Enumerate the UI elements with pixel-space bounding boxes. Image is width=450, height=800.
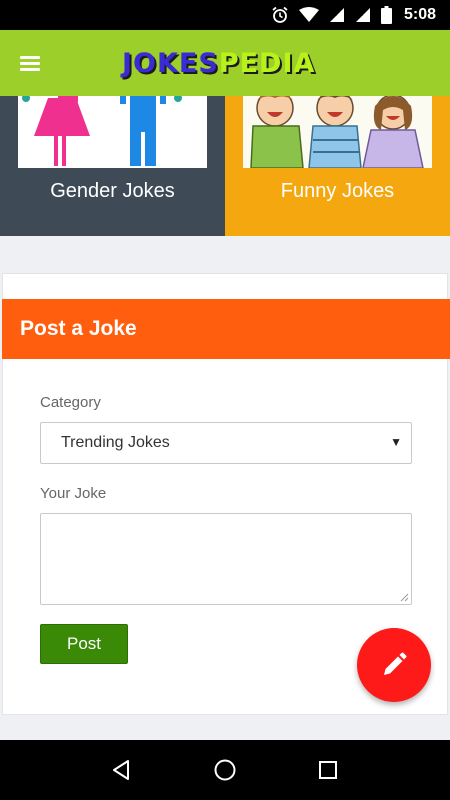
back-triangle-icon[interactable] <box>107 755 137 785</box>
signal-r-icon: R <box>329 7 345 23</box>
svg-text:R: R <box>332 10 337 18</box>
app-logo: JOKES PEDIA <box>122 47 316 79</box>
category-select-value: Trending Jokes <box>61 434 170 451</box>
post-button[interactable]: Post <box>40 624 128 664</box>
dropdown-arrow-icon: ▼ <box>390 435 402 449</box>
recents-square-icon[interactable] <box>313 755 343 785</box>
compose-fab[interactable] <box>357 628 431 702</box>
battery-icon <box>380 6 392 24</box>
pencil-icon <box>384 652 407 675</box>
app-bar: JOKES PEDIA <box>0 30 450 96</box>
joke-textarea[interactable] <box>40 513 412 605</box>
status-bar: R R 5:08 <box>0 0 450 30</box>
hamburger-menu-icon[interactable] <box>0 30 60 96</box>
category-card-funny[interactable]: Funny Jokes <box>225 96 450 236</box>
category-title: Gender Jokes <box>50 180 175 202</box>
alarm-icon <box>271 6 289 24</box>
resize-handle-icon[interactable] <box>400 593 409 602</box>
category-cards: Gender Jokes Funny Jokes <box>0 96 450 236</box>
wifi-icon <box>298 7 319 23</box>
gender-figures-illustration <box>18 96 207 168</box>
clock: 5:08 <box>403 6 436 23</box>
laughing-kids-illustration <box>243 96 432 168</box>
category-select[interactable]: Trending Jokes ▼ <box>40 422 412 464</box>
category-title: Funny Jokes <box>280 180 395 202</box>
system-nav-bar <box>0 740 450 800</box>
joke-label: Your Joke <box>40 485 107 502</box>
category-label: Category <box>40 394 101 411</box>
category-card-gender[interactable]: Gender Jokes <box>0 96 225 236</box>
svg-text:R: R <box>358 10 363 18</box>
home-circle-icon[interactable] <box>210 755 240 785</box>
panel-title: Post a Joke <box>2 299 450 359</box>
signal-r-icon: R <box>355 7 371 23</box>
